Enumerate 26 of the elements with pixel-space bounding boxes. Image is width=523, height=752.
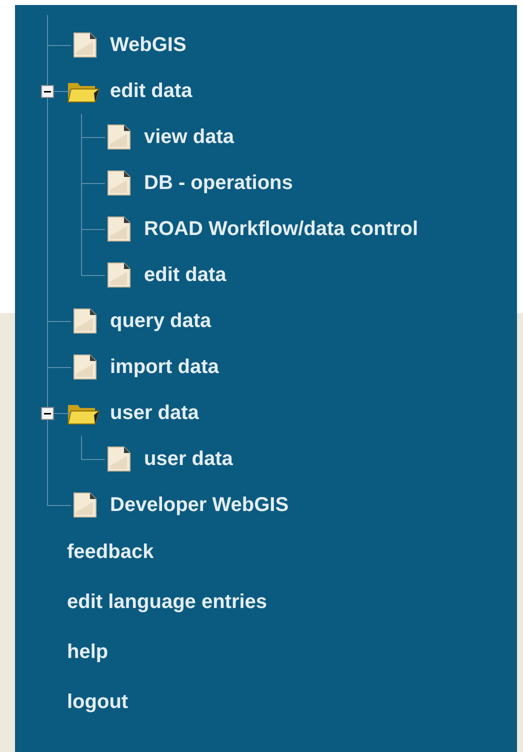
document-icon <box>107 262 131 288</box>
document-icon <box>73 492 97 518</box>
tree-item[interactable]: edit data <box>110 76 192 106</box>
collapse-icon[interactable] <box>41 407 54 420</box>
tree-item[interactable]: ROAD Workflow/data control <box>144 214 418 244</box>
document-icon <box>73 354 97 380</box>
menu-link[interactable]: feedback <box>67 537 154 567</box>
tree-item[interactable]: import data <box>110 352 219 382</box>
tree-item[interactable]: view data <box>144 122 234 152</box>
tree-item[interactable]: query data <box>110 306 212 336</box>
document-icon <box>107 124 131 150</box>
menu-link[interactable]: edit language entries <box>67 587 268 617</box>
document-icon <box>73 32 97 58</box>
document-icon <box>107 170 131 196</box>
tree-item[interactable]: WebGIS <box>110 30 186 60</box>
tree-item[interactable]: user data <box>144 444 233 474</box>
menu-link[interactable]: logout <box>67 687 128 717</box>
menu-link[interactable]: help <box>67 637 108 667</box>
tree-item[interactable]: DB - operations <box>144 168 293 198</box>
document-icon <box>107 216 131 242</box>
tree-item[interactable]: edit data <box>144 260 226 290</box>
document-icon <box>107 446 131 472</box>
document-icon <box>73 308 97 334</box>
collapse-icon[interactable] <box>41 85 54 98</box>
tree-item[interactable]: user data <box>110 398 199 428</box>
tree-item[interactable]: Developer WebGIS <box>110 490 289 520</box>
